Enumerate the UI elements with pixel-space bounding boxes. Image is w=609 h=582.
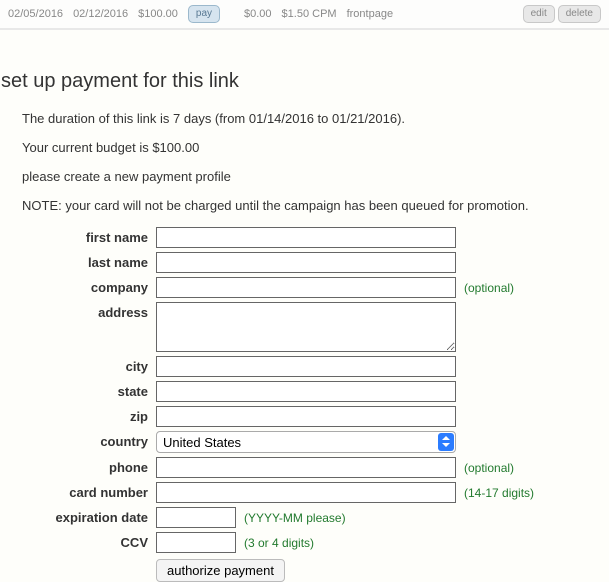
country-label: country [22,431,156,449]
authorize-payment-button[interactable]: authorize payment [156,559,285,582]
card-number-hint: (14-17 digits) [464,482,534,500]
city-label: city [22,356,156,374]
page-title: set up payment for this link [1,70,609,93]
profile-prompt-text: please create a new payment profile [22,169,609,184]
last-name-input[interactable] [156,252,456,273]
payment-form: first name last name company (optional) … [22,227,609,582]
zip-label: zip [22,406,156,424]
campaign-row: 02/05/2016 02/12/2016 $100.00 pay $0.00 … [0,0,609,30]
first-name-input[interactable] [156,227,456,248]
card-number-label: card number [22,482,156,500]
budget-text: Your current budget is $100.00 [22,140,609,155]
campaign-rate: $1.50 CPM [282,8,337,20]
campaign-placement: frontpage [347,8,393,20]
state-input[interactable] [156,381,456,402]
expiration-hint: (YYYY-MM please) [244,507,346,525]
delete-button[interactable]: delete [558,5,601,23]
country-select[interactable]: United States [156,431,456,453]
campaign-amount: $100.00 [138,8,178,20]
duration-text: The duration of this link is 7 days (fro… [22,111,609,126]
ccv-input[interactable] [156,532,236,553]
address-input[interactable] [156,302,456,352]
first-name-label: first name [22,227,156,245]
campaign-end-date: 02/12/2016 [73,8,128,20]
company-label: company [22,277,156,295]
city-input[interactable] [156,356,456,377]
expiration-label: expiration date [22,507,156,525]
phone-input[interactable] [156,457,456,478]
state-label: state [22,381,156,399]
info-block: The duration of this link is 7 days (fro… [0,111,609,582]
campaign-spent: $0.00 [244,8,272,20]
address-label: address [22,302,156,320]
edit-button[interactable]: edit [523,5,555,23]
ccv-hint: (3 or 4 digits) [244,532,314,550]
pay-button[interactable]: pay [188,5,220,23]
ccv-label: CCV [22,532,156,550]
last-name-label: last name [22,252,156,270]
expiration-input[interactable] [156,507,236,528]
campaign-start-date: 02/05/2016 [8,8,63,20]
card-number-input[interactable] [156,482,456,503]
note-text: NOTE: your card will not be charged unti… [22,198,609,213]
company-hint: (optional) [464,277,514,295]
zip-input[interactable] [156,406,456,427]
company-input[interactable] [156,277,456,298]
phone-hint: (optional) [464,457,514,475]
phone-label: phone [22,457,156,475]
